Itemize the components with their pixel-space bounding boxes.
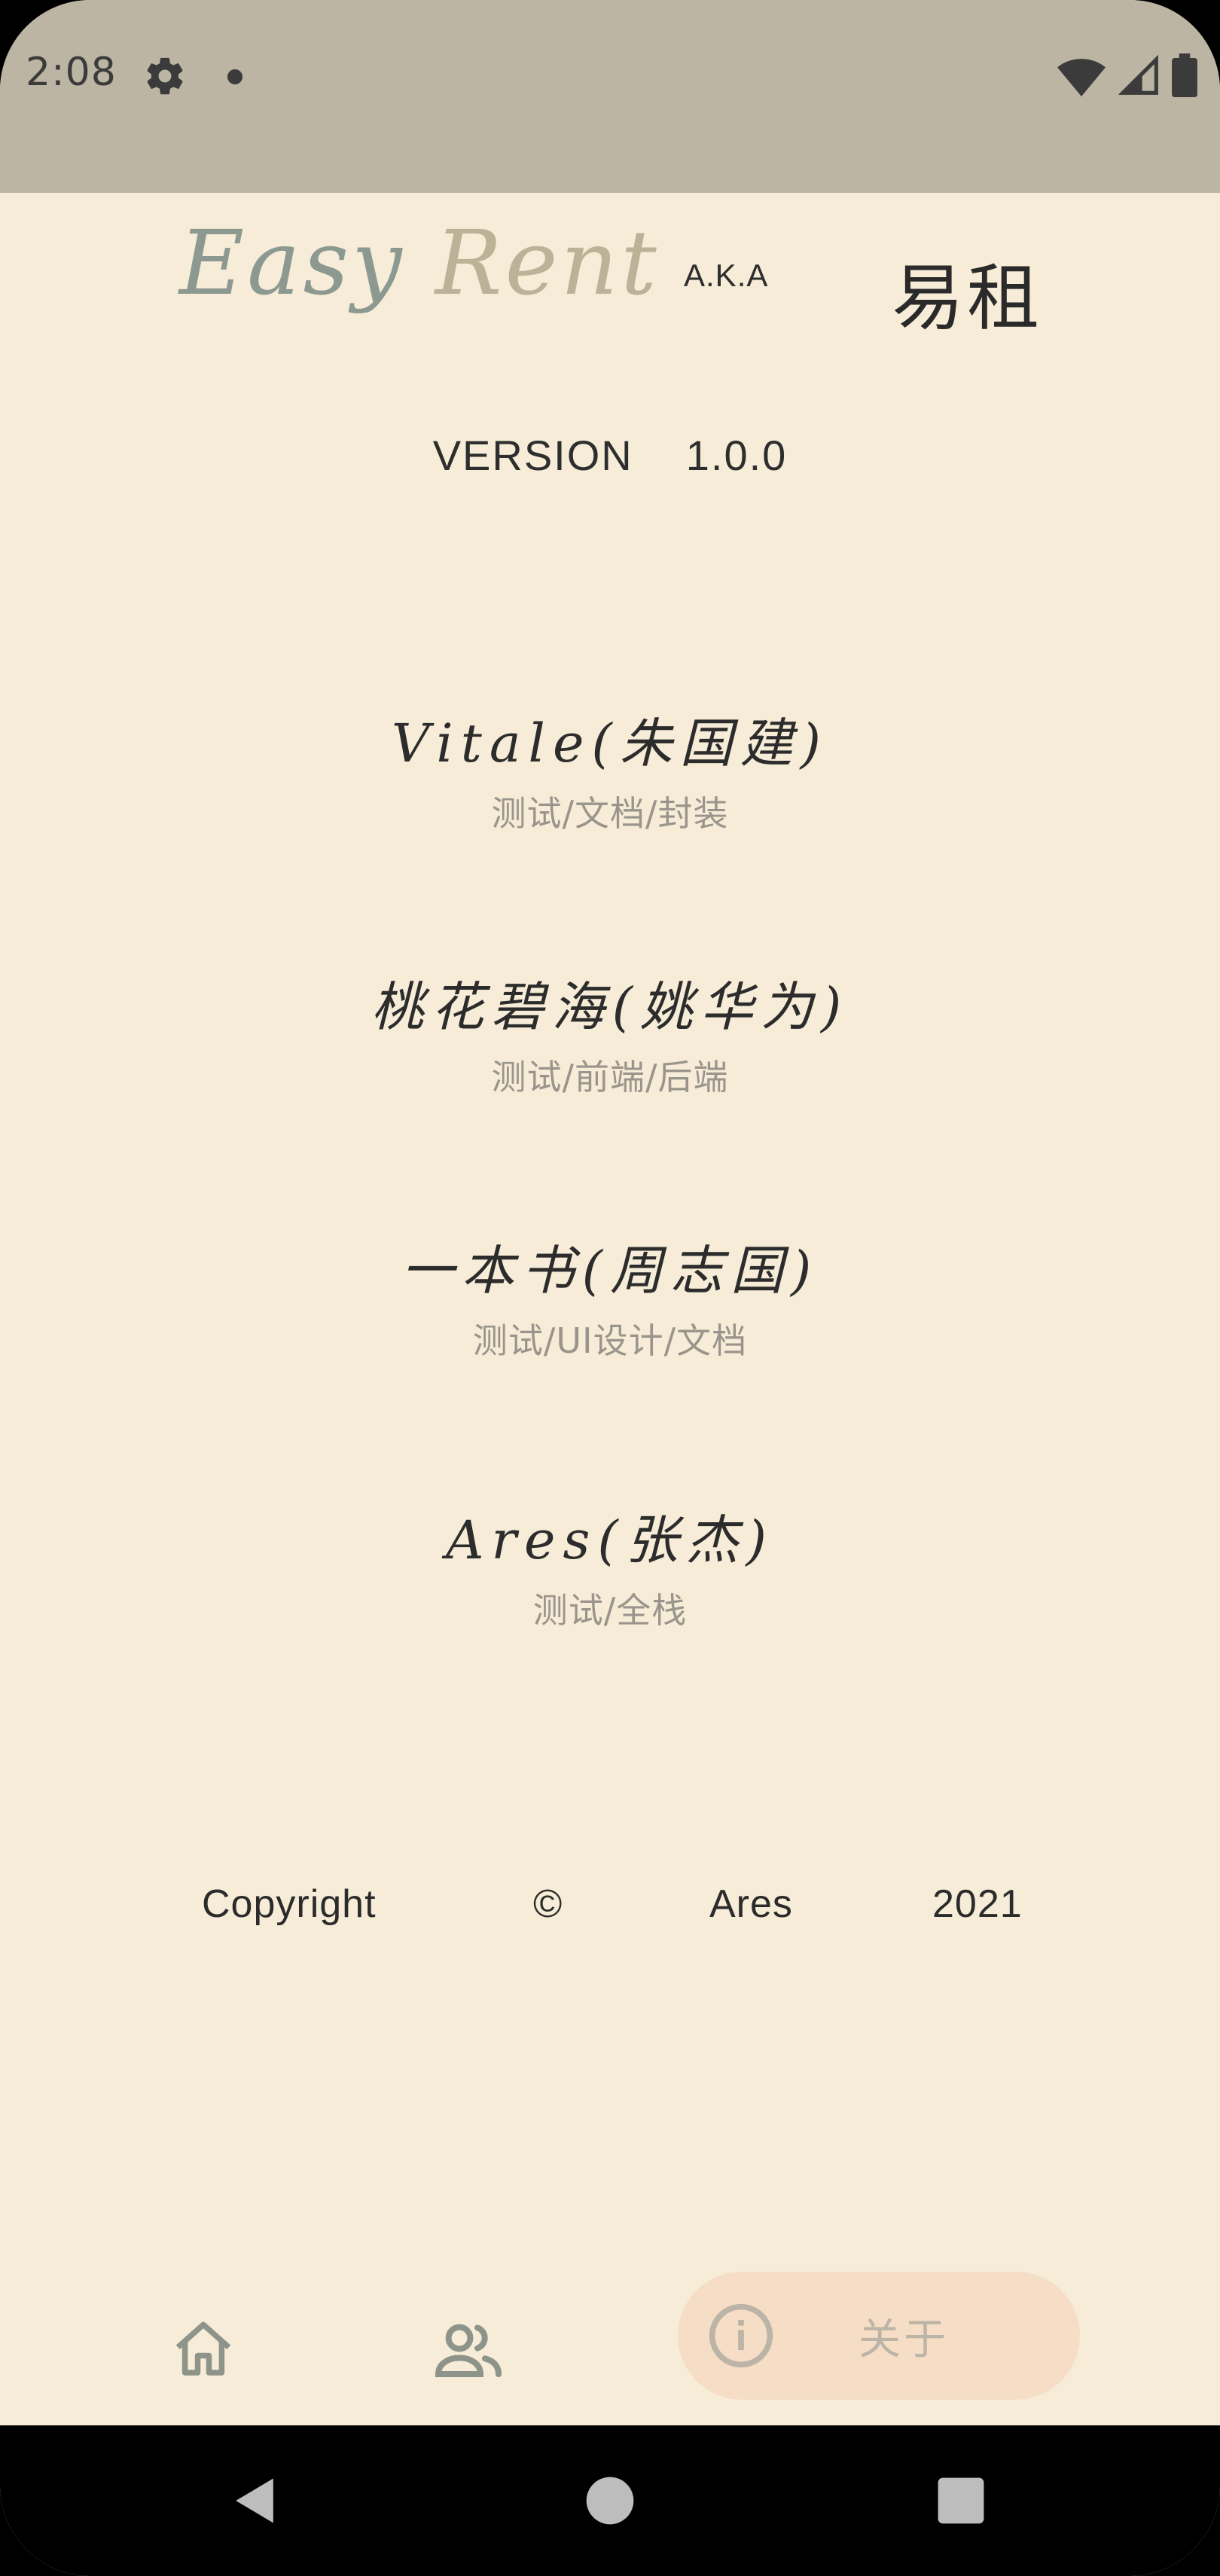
aka-label: A.K.A xyxy=(684,258,769,293)
system-navigation-bar xyxy=(0,2425,1220,2576)
nav-about-label: 关于 xyxy=(859,2315,949,2364)
nav-people-button[interactable] xyxy=(416,2305,521,2395)
copyright-word: Copyright xyxy=(202,1882,377,1926)
member-name: 一本书(周志国) xyxy=(401,1240,819,1302)
copyright-symbol: © xyxy=(533,1882,563,1926)
chinese-app-name: 易租 xyxy=(892,256,1042,340)
people-icon xyxy=(435,2324,502,2377)
member-role: 测试/UI设计/文档 xyxy=(472,1320,748,1361)
battery-icon xyxy=(1172,53,1197,97)
brand-word-easy: Easy xyxy=(179,211,405,315)
back-button[interactable] xyxy=(224,2471,285,2531)
bottom-navigation: 关于 xyxy=(0,2252,1220,2425)
version-number: 1.0.0 xyxy=(685,432,788,479)
gear-icon xyxy=(147,57,183,95)
member-vitale: Vitale(朱国建) 测试/文档/封装 xyxy=(0,710,1220,836)
wifi-icon xyxy=(1057,59,1106,96)
signal-icon xyxy=(1118,54,1158,95)
about-screen: 2:08 EasyRent A.K.A 易租 VERSION1.0.0 Vi xyxy=(0,0,1220,2576)
version-label: VERSION xyxy=(432,432,633,479)
member-ares: Ares(张杰) 测试/全栈 xyxy=(0,1506,1220,1633)
notification-dot-icon xyxy=(227,69,242,84)
member-role: 测试/全栈 xyxy=(532,1590,688,1631)
copyright-owner: Ares xyxy=(709,1882,793,1926)
member-role: 测试/文档/封装 xyxy=(491,793,729,834)
home-icon xyxy=(175,2321,231,2376)
member-yibenshu: 一本书(周志国) 测试/UI设计/文档 xyxy=(0,1237,1220,1363)
status-icons xyxy=(1057,53,1197,98)
member-name: Vitale(朱国建) xyxy=(391,713,828,774)
brand-word-rent: Rent xyxy=(435,211,660,315)
info-icon xyxy=(709,2303,773,2368)
nav-about-button[interactable]: 关于 xyxy=(678,2272,1080,2400)
member-name: 桃花碧海(姚华为) xyxy=(371,976,849,1038)
copyright-year: 2021 xyxy=(932,1882,1023,1926)
recents-icon xyxy=(938,2477,984,2524)
home-system-button[interactable] xyxy=(580,2471,640,2531)
app-brand-logo: Easy Rent xyxy=(179,211,660,315)
nav-home-button[interactable] xyxy=(151,2305,256,2395)
home-circle-icon xyxy=(586,2477,634,2525)
status-bar: 2:08 xyxy=(0,0,1220,193)
member-name: Ares(张杰) xyxy=(446,1509,774,1571)
member-taohuabihai: 桃花碧海(姚华为) 测试/前端/后端 xyxy=(0,973,1220,1100)
member-role: 测试/前端/后端 xyxy=(491,1057,729,1097)
back-icon xyxy=(236,2478,273,2523)
status-time: 2:08 xyxy=(26,50,117,95)
version-info: VERSION 1.0.0 xyxy=(0,431,1220,480)
recents-button[interactable] xyxy=(931,2471,991,2531)
